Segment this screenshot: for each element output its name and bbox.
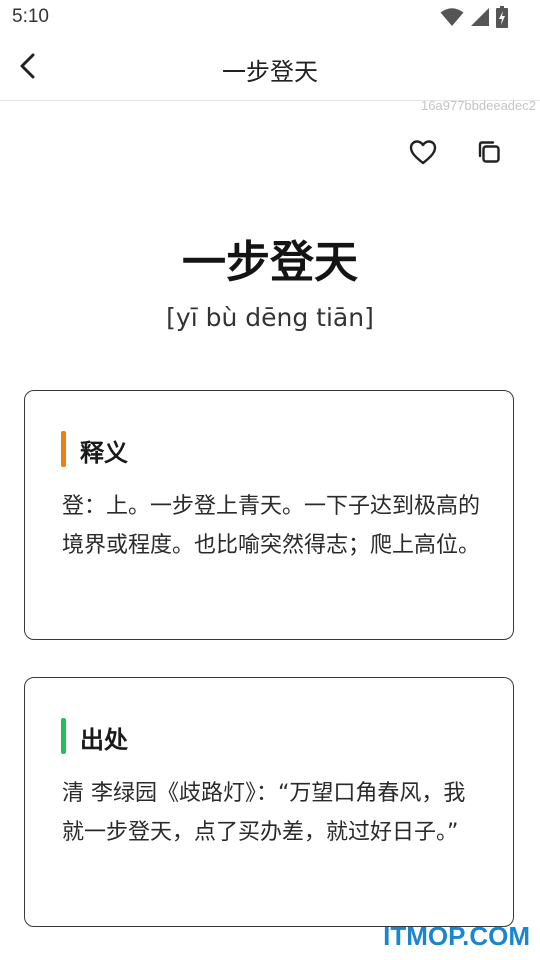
meaning-text: 登：上。一步登上青天。一下子达到极高的境界或程度。也比喻突然得志；爬上高位。 [62,494,481,558]
meaning-accent-bar [61,431,66,467]
record-id: 16a977bbdeeadec2 [421,98,536,113]
source-heading: 出处 [80,726,128,754]
idiom-title: 一步登天 [182,237,358,288]
idiom-pinyin: [yī bù dēng tiān] [166,303,374,332]
copy-button[interactable] [469,134,509,174]
site-watermark: ITMOP.COM [383,921,530,951]
source-text: 清 李绿园《歧路灯》：“万望口角春风，我就一步登天，点了买办差，就过好日子。” [62,781,466,845]
status-icons [440,6,508,28]
status-time: 5:10 [12,6,49,27]
status-bar: 5:10 [0,0,540,36]
app-bar: 一步登天 [0,36,540,101]
source-card: 出处 清 李绿园《歧路灯》：“万望口角春风，我就一步登天，点了买办差，就过好日子… [24,677,514,927]
meaning-heading: 释义 [80,439,128,467]
source-accent-bar [61,718,66,754]
copy-icon [476,139,502,169]
favorite-button[interactable] [403,134,443,174]
meaning-card: 释义 登：上。一步登上青天。一下子达到极高的境界或程度。也比喻突然得志；爬上高位… [24,390,514,640]
signal-icon [470,7,490,27]
heart-outline-icon [409,139,437,169]
page-title: 一步登天 [222,58,318,86]
battery-charging-icon [496,6,508,28]
wifi-icon [440,7,464,27]
